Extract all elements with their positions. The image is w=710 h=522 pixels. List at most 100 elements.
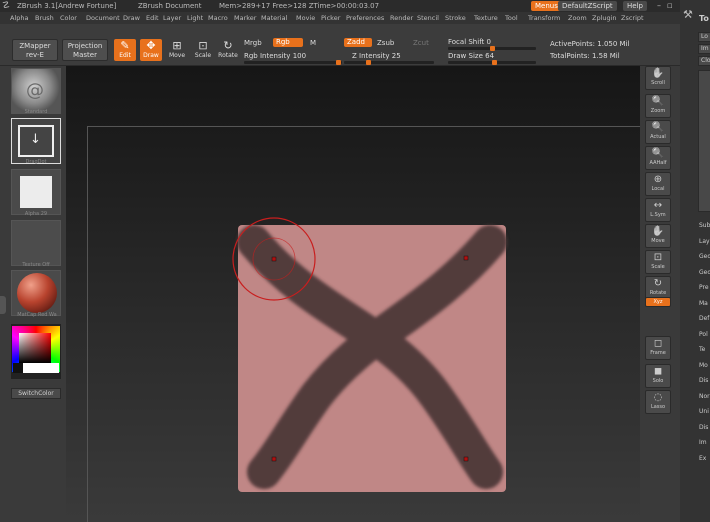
- z-intensity-slider[interactable]: Z Intensity 25: [352, 52, 401, 60]
- menu-movie[interactable]: Movie: [296, 12, 315, 24]
- move-button[interactable]: ⊞ Move: [166, 39, 188, 61]
- focal-shift-handle[interactable]: [490, 46, 495, 51]
- solo-button[interactable]: ◼ Solo: [645, 364, 671, 388]
- rgb-toggle[interactable]: Rgb: [273, 38, 303, 47]
- draw-size-track[interactable]: [448, 60, 536, 65]
- menu-alpha[interactable]: Alpha: [10, 12, 28, 24]
- menu-brush[interactable]: Brush: [35, 12, 54, 24]
- tool-subpalette-2[interactable]: Geo: [699, 253, 710, 260]
- marker-bottom-right[interactable]: [463, 456, 469, 462]
- alpha-selector[interactable]: [11, 169, 61, 215]
- menu-draw[interactable]: Draw: [123, 12, 140, 24]
- menu-color[interactable]: Color: [60, 12, 77, 24]
- marker-top-left[interactable]: [271, 256, 277, 262]
- sym2-button[interactable]: [645, 322, 671, 334]
- menu-preferences[interactable]: Preferences: [346, 12, 384, 24]
- rgb-intensity-handle[interactable]: [336, 60, 341, 65]
- sym1-button[interactable]: [645, 310, 671, 322]
- menu-zplugin[interactable]: Zplugin: [592, 12, 617, 24]
- stroke-selector[interactable]: ↓: [11, 118, 61, 164]
- material-selector[interactable]: [11, 270, 61, 316]
- draw-size-handle[interactable]: [492, 60, 497, 65]
- frame-button[interactable]: ◻ Frame: [645, 336, 671, 360]
- tool-subpalette-7[interactable]: Pol: [699, 331, 708, 338]
- menu-stencil[interactable]: Stencil: [417, 12, 439, 24]
- menu-tool[interactable]: Tool: [505, 12, 518, 24]
- zmapper-button[interactable]: ZMapper rev-E: [12, 39, 58, 61]
- marker-top-right[interactable]: [463, 255, 469, 261]
- tool-subpalette-8[interactable]: Te: [699, 346, 705, 353]
- edit-button[interactable]: ✎ Edit: [114, 39, 136, 61]
- tool-subpalette-12[interactable]: Uni: [699, 408, 709, 415]
- texture-selector[interactable]: [11, 220, 61, 266]
- menu-picker[interactable]: Picker: [321, 12, 340, 24]
- saturation-square[interactable]: [19, 333, 51, 363]
- scroll-button[interactable]: ✋ Scroll: [645, 66, 671, 90]
- zsub-toggle[interactable]: Zsub: [377, 39, 394, 47]
- m-toggle[interactable]: M: [310, 39, 316, 47]
- tool-subpalette-13[interactable]: Dis: [699, 424, 708, 431]
- z-intensity-track[interactable]: [344, 60, 434, 65]
- primary-color-swatch[interactable]: [13, 363, 23, 373]
- tool-subpalette-1[interactable]: Lay: [699, 238, 710, 245]
- switch-color-button[interactable]: SwitchColor: [11, 388, 61, 399]
- scale-button[interactable]: ⊡ Scale: [645, 250, 671, 274]
- tool-subpalette-15[interactable]: Ex: [699, 455, 706, 462]
- menu-light[interactable]: Light: [187, 12, 203, 24]
- focal-shift-slider[interactable]: Focal Shift 0: [448, 38, 491, 46]
- tool-button-0[interactable]: Lo: [698, 32, 710, 42]
- color-picker[interactable]: [11, 324, 61, 379]
- menu-material[interactable]: Material: [261, 12, 287, 24]
- menu-marker[interactable]: Marker: [234, 12, 256, 24]
- tool-subpalette-9[interactable]: Mo: [699, 362, 708, 369]
- zadd-toggle[interactable]: Zadd: [344, 38, 372, 47]
- rgb-intensity-track[interactable]: [244, 60, 342, 65]
- tool-subpalette-4[interactable]: Pre: [699, 284, 709, 291]
- tool-subpalette-11[interactable]: Nor: [699, 393, 710, 400]
- menu-render[interactable]: Render: [390, 12, 413, 24]
- tool-preview[interactable]: [698, 70, 710, 212]
- tool-subpalette-0[interactable]: Sub: [699, 222, 710, 229]
- menu-zscript[interactable]: Zscript: [621, 12, 644, 24]
- projection-master-button[interactable]: Projection Master: [62, 39, 108, 61]
- tool-button-2[interactable]: Clo: [698, 56, 710, 66]
- tool-button-1[interactable]: Im: [698, 44, 710, 54]
- z-intensity-handle[interactable]: [366, 60, 371, 65]
- restore-icon[interactable]: ◽: [667, 0, 673, 12]
- draw-size-slider[interactable]: Draw Size 64: [448, 52, 494, 60]
- lasso-button[interactable]: ◌ Lasso: [645, 390, 671, 414]
- canvas-layer[interactable]: [66, 66, 640, 522]
- tool-subpalette-3[interactable]: Geo: [699, 269, 710, 276]
- minimize-icon[interactable]: –: [657, 0, 661, 12]
- menu-stroke[interactable]: Stroke: [445, 12, 466, 24]
- rgb-intensity-slider[interactable]: Rgb Intensity 100: [244, 52, 306, 60]
- marker-bottom-left[interactable]: [271, 456, 277, 462]
- secondary-color-swatch[interactable]: [23, 363, 59, 373]
- menu-edit[interactable]: Edit: [146, 12, 159, 24]
- local-button[interactable]: ⊕ Local: [645, 172, 671, 196]
- zoom-button[interactable]: 🔍 Zoom: [645, 94, 671, 118]
- brush-selector[interactable]: @: [11, 68, 61, 114]
- tool-subpalette-14[interactable]: Im: [699, 439, 707, 446]
- focal-shift-track[interactable]: [448, 46, 536, 51]
- tool-subpalette-10[interactable]: Dis: [699, 377, 708, 384]
- actual-button[interactable]: 🔍 Actual: [645, 120, 671, 144]
- menu-layer[interactable]: Layer: [163, 12, 181, 24]
- rotate-button[interactable]: ↻ Rotate: [217, 39, 239, 61]
- help-button[interactable]: Help: [623, 1, 647, 11]
- tool-subpalette-5[interactable]: Ma: [699, 300, 708, 307]
- lsym-button[interactable]: ↔ L.Sym: [645, 198, 671, 222]
- aahalf-button[interactable]: 🔍 AAHalf: [645, 146, 671, 170]
- menu-document[interactable]: Document: [86, 12, 120, 24]
- xyz-button[interactable]: Xyz: [645, 297, 671, 307]
- draw-button[interactable]: ✥ Draw: [140, 39, 162, 61]
- default-zscript-button[interactable]: DefaultZScript: [558, 1, 617, 11]
- menu-transform[interactable]: Transform: [528, 12, 560, 24]
- mrgb-toggle[interactable]: Mrgb: [244, 39, 262, 47]
- menu-texture[interactable]: Texture: [474, 12, 498, 24]
- menu-zoom[interactable]: Zoom: [568, 12, 587, 24]
- left-tray-handle[interactable]: [0, 296, 6, 314]
- zcut-toggle[interactable]: Zcut: [413, 39, 429, 47]
- scale-button[interactable]: ⊡ Scale: [192, 39, 214, 61]
- menu-macro[interactable]: Macro: [208, 12, 228, 24]
